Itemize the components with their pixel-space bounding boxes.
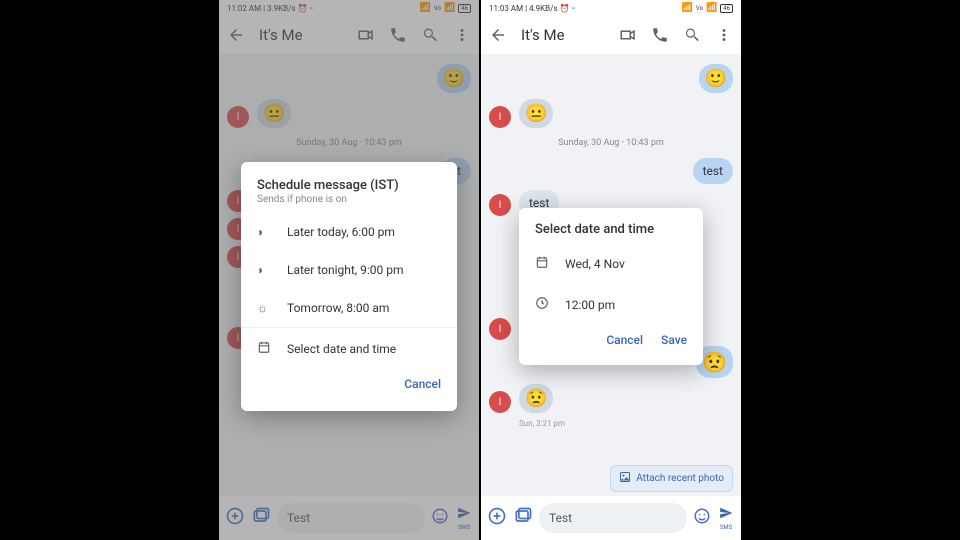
image-icon bbox=[619, 471, 631, 486]
modal-title: Schedule message (IST) bbox=[241, 178, 457, 193]
calendar-icon bbox=[535, 255, 551, 272]
avatar[interactable]: I bbox=[489, 318, 511, 340]
sun-icon: ☼ bbox=[257, 301, 273, 315]
video-icon[interactable] bbox=[619, 26, 637, 44]
emoji-msg: 😟 bbox=[519, 384, 553, 413]
phone-icon[interactable] bbox=[651, 26, 669, 44]
volte-icon: Vo bbox=[696, 5, 703, 12]
status-rate: 4.9KB/s bbox=[529, 4, 558, 13]
status-time: 11:03 AM bbox=[489, 4, 523, 13]
gallery-icon[interactable] bbox=[513, 506, 533, 530]
save-button[interactable]: Save bbox=[661, 333, 687, 347]
back-icon[interactable] bbox=[489, 26, 507, 44]
menu-icon[interactable] bbox=[715, 26, 733, 44]
timestamp: Sun, 3:21 pm bbox=[519, 419, 733, 428]
add-icon[interactable] bbox=[487, 506, 507, 530]
calendar-icon bbox=[257, 340, 273, 357]
signal-icon: 📶 bbox=[682, 3, 693, 13]
msg-out: test bbox=[693, 158, 733, 184]
phone-right: 11:03 AM | 4.9KB/s ⏰ ··· 📶 Vo 📶 46 It's … bbox=[481, 0, 741, 540]
phone-left: 11:02 AM | 3.9KB/s ⏰ ··· 📶 Vo 📶 46 It's … bbox=[219, 0, 479, 540]
avatar[interactable]: I bbox=[489, 194, 511, 216]
opt-select-date[interactable]: Select date and time bbox=[241, 328, 457, 369]
opt-later-today[interactable]: ◗Later today, 6:00 pm bbox=[241, 213, 457, 251]
time-row[interactable]: 12:00 pm bbox=[519, 284, 703, 325]
moon-icon: ◗ bbox=[257, 225, 273, 239]
send-button[interactable]: SMS bbox=[717, 505, 735, 531]
compose-input[interactable]: Test bbox=[539, 503, 687, 533]
clock-icon bbox=[535, 296, 551, 313]
cancel-button[interactable]: Cancel bbox=[606, 333, 643, 347]
alarm-icon: ⏰ bbox=[560, 4, 570, 13]
avatar[interactable]: I bbox=[489, 106, 511, 128]
app-bar: It's Me bbox=[481, 16, 741, 54]
emoji-msg: 😐 bbox=[519, 99, 553, 128]
modal-subtitle: Sends if phone is on bbox=[241, 193, 457, 213]
schedule-modal: Schedule message (IST) Sends if phone is… bbox=[241, 162, 457, 411]
search-icon[interactable] bbox=[683, 26, 701, 44]
contact-name[interactable]: It's Me bbox=[521, 26, 605, 44]
wifi-icon: 📶 bbox=[706, 3, 717, 13]
battery-icon: 46 bbox=[720, 4, 733, 13]
cancel-button[interactable]: Cancel bbox=[404, 377, 441, 391]
avatar[interactable]: I bbox=[489, 391, 511, 413]
modal-title: Select date and time bbox=[519, 222, 703, 243]
date-row[interactable]: Wed, 4 Nov bbox=[519, 243, 703, 284]
opt-tomorrow[interactable]: ☼Tomorrow, 8:00 am bbox=[241, 289, 457, 327]
emoji-msg: 🙂 bbox=[699, 64, 733, 93]
emoji-icon[interactable] bbox=[693, 507, 711, 529]
opt-tonight[interactable]: ◗Later tonight, 9:00 pm bbox=[241, 251, 457, 289]
datetime-modal: Select date and time Wed, 4 Nov 12:00 pm… bbox=[519, 208, 703, 365]
moon-icon: ◗ bbox=[257, 263, 273, 277]
compose-bar: Test SMS bbox=[481, 496, 741, 540]
attach-photo-chip[interactable]: Attach recent photo bbox=[610, 465, 733, 492]
more-icon: ··· bbox=[572, 4, 575, 13]
date-label: Sunday, 30 Aug · 10:43 pm bbox=[489, 138, 733, 148]
status-bar: 11:03 AM | 4.9KB/s ⏰ ··· 📶 Vo 📶 46 bbox=[481, 0, 741, 16]
